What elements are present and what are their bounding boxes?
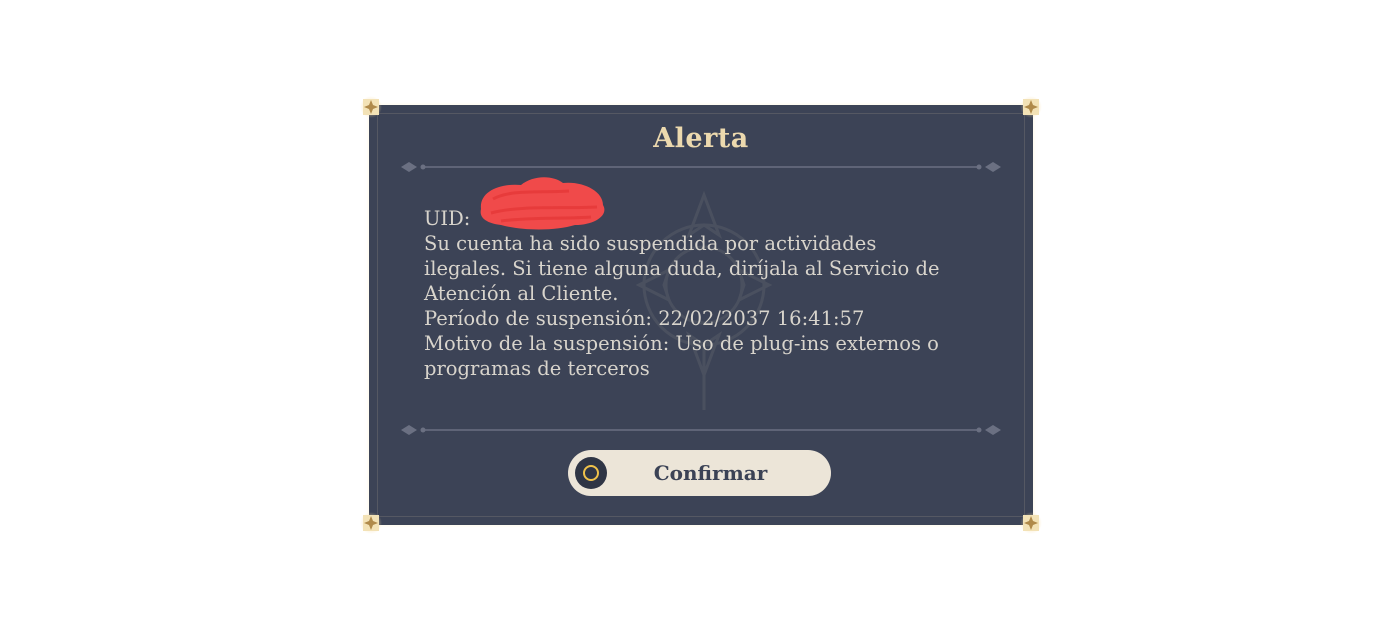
corner-star-icon xyxy=(1020,512,1042,534)
message-line: ilegales. Si tiene alguna duda, diríjala… xyxy=(424,257,940,280)
dialog-title: Alerta xyxy=(653,123,749,154)
redaction-scribble xyxy=(480,177,605,230)
confirm-label: Confirmar xyxy=(653,461,768,485)
suspension-period: Período de suspensión: 22/02/2037 16:41:… xyxy=(424,307,865,330)
confirm-button[interactable]: Confirmar xyxy=(568,450,831,496)
suspension-reason: Motivo de la suspensión: Uso de plug-ins… xyxy=(424,332,939,355)
uid-row: UID: xyxy=(424,177,994,231)
screen: Alerta UID: Su cuenta ha sido suspendida… xyxy=(0,0,1400,630)
corner-star-icon xyxy=(360,96,382,118)
footer-divider xyxy=(401,425,1001,435)
message-line: Atención al Cliente. xyxy=(424,282,619,305)
alert-message: UID: Su cuenta ha sido suspendida por ac… xyxy=(424,177,994,381)
corner-star-icon xyxy=(1020,96,1042,118)
suspension-reason-cont: programas de terceros xyxy=(424,357,650,380)
message-line: Su cuenta ha sido suspendida por activid… xyxy=(424,232,877,255)
corner-star-icon xyxy=(360,512,382,534)
alert-dialog: Alerta UID: Su cuenta ha sido suspendida… xyxy=(360,96,1042,534)
uid-label: UID: xyxy=(424,207,471,230)
